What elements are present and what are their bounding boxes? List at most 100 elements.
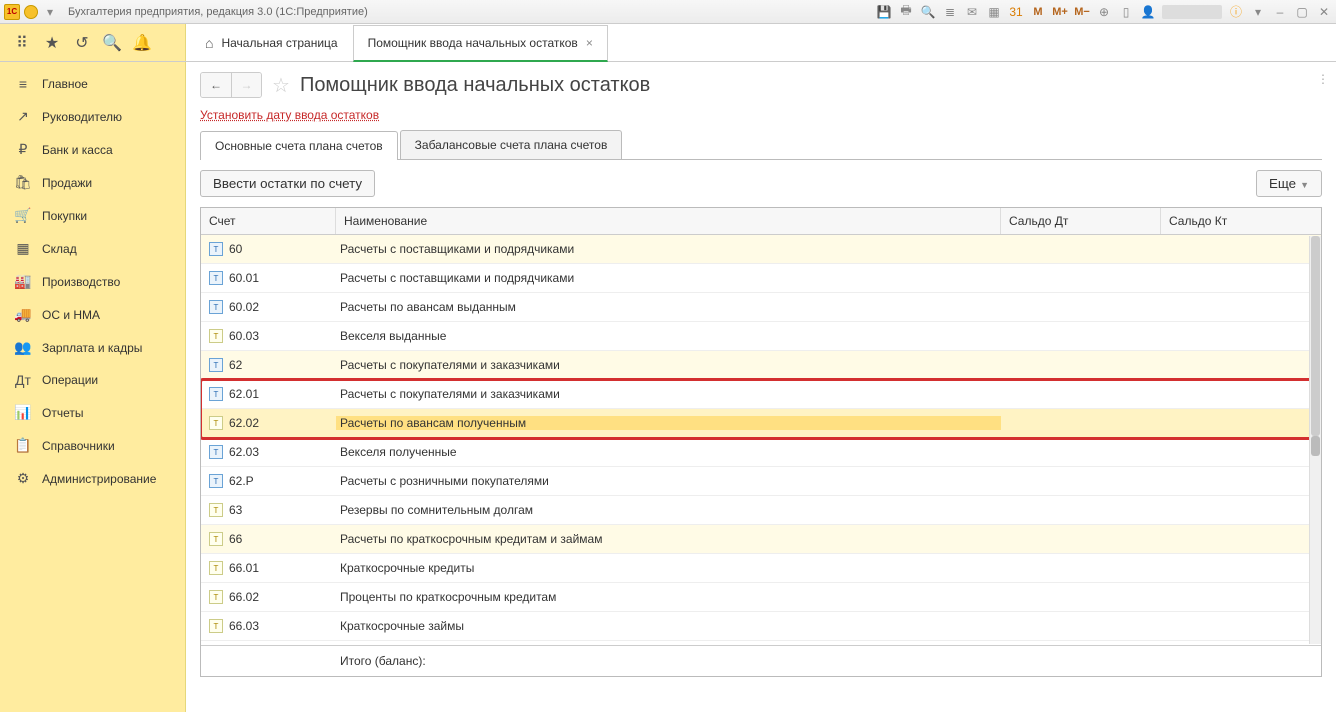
account-code: 60.03 [229, 329, 259, 343]
theme-icon[interactable] [24, 5, 38, 19]
app-logo-icon: 1C [4, 4, 20, 20]
tab-assistant[interactable]: Помощник ввода начальных остатков × [353, 25, 608, 62]
grid-footer: Итого (баланс): [201, 645, 1321, 676]
sidebar-item-label: Банк и касса [42, 143, 113, 157]
table-row[interactable]: T62.01Расчеты с покупателями и заказчика… [201, 380, 1321, 409]
accounts-grid: Счет Наименование Сальдо Дт Сальдо Кт T6… [200, 207, 1322, 677]
back-button[interactable]: ← [201, 73, 231, 97]
sidebar-icon: 🛒 [14, 207, 32, 224]
set-date-link[interactable]: Установить дату ввода остатков [200, 108, 379, 122]
table-row[interactable]: T66Расчеты по краткосрочным кредитам и з… [201, 525, 1321, 554]
sidebar-icon: 📊 [14, 404, 32, 421]
grid-body[interactable]: T60Расчеты с поставщиками и подрядчиками… [201, 235, 1321, 645]
send-icon[interactable]: ✉ [964, 4, 980, 20]
col-name[interactable]: Наименование [336, 208, 1001, 234]
user-name[interactable] [1162, 5, 1222, 19]
table-row[interactable]: T62.03Векселя полученные [201, 438, 1321, 467]
sidebar-item-label: Операции [42, 373, 98, 387]
sidebar-item-5[interactable]: ▦Склад [0, 232, 185, 265]
favorite-star-icon[interactable]: ☆ [272, 73, 290, 98]
account-icon: T [209, 561, 223, 575]
tab-offbalance-accounts[interactable]: Забалансовые счета плана счетов [400, 130, 623, 159]
table-row[interactable]: T62.РРасчеты с розничными покупателями [201, 467, 1321, 496]
table-row[interactable]: T60Расчеты с поставщиками и подрядчиками [201, 235, 1321, 264]
favorite-icon[interactable]: ★ [42, 33, 62, 53]
user-icon[interactable]: 👤 [1140, 4, 1156, 20]
table-row[interactable]: T62.02Расчеты по авансам полученным [201, 409, 1321, 438]
inner-tabs: Основные счета плана счетов Забалансовые… [200, 130, 1322, 160]
nav-buttons: ← → [200, 72, 262, 98]
sidebar: ≡Главное↗Руководителю ₽ Банк и касса 🛍Прода… [0, 62, 186, 712]
account-icon: T [209, 532, 223, 546]
search-icon[interactable]: 🔍 [102, 33, 122, 53]
sidebar-item-8[interactable]: 👥Зарплата и кадры [0, 331, 185, 364]
vertical-scrollbar[interactable] [1309, 236, 1321, 644]
preview-icon[interactable]: 🔍 [920, 4, 936, 20]
forward-button[interactable]: → [231, 73, 261, 97]
dropdown2-icon[interactable]: ▾ [1250, 4, 1266, 20]
account-name: Расчеты с покупателями и заказчиками [336, 358, 1001, 372]
account-name: Расчеты с поставщиками и подрядчиками [336, 271, 1001, 285]
enter-balance-button[interactable]: Ввести остатки по счету [200, 170, 375, 197]
calendar-icon[interactable]: 31 [1008, 4, 1024, 20]
sidebar-item-11[interactable]: 📋Справочники [0, 429, 185, 462]
dropdown-icon[interactable]: ▾ [42, 4, 58, 20]
table-row[interactable]: T66.01Краткосрочные кредиты [201, 554, 1321, 583]
table-row[interactable]: T60.02Расчеты по авансам выданным [201, 293, 1321, 322]
sidebar-item-10[interactable]: 📊Отчеты [0, 396, 185, 429]
m-minus-icon[interactable]: M− [1074, 4, 1090, 20]
close-window-icon[interactable]: ✕ [1316, 4, 1332, 20]
sidebar-item-1[interactable]: ↗Руководителю [0, 100, 185, 133]
more-button[interactable]: Еще▼ [1256, 170, 1322, 197]
account-icon: T [209, 474, 223, 488]
table-row[interactable]: T66.02Проценты по краткосрочным кредитам [201, 583, 1321, 612]
tab-home-label: Начальная страница [221, 36, 337, 50]
sidebar-item-12[interactable]: ⚙Администрирование [0, 462, 185, 495]
account-icon: T [209, 416, 223, 430]
tab-home[interactable]: ⌂ Начальная страница [190, 24, 353, 61]
account-code: 62.02 [229, 416, 259, 430]
print-icon[interactable]: 🖶 [898, 4, 914, 20]
sidebar-item-4[interactable]: 🛒 Покупки [0, 199, 185, 232]
sidebar-item-2[interactable]: ₽ Банк и касса [0, 133, 185, 166]
zoom-icon[interactable]: ⊕ [1096, 4, 1112, 20]
restore-icon[interactable]: ▢ [1294, 4, 1310, 20]
sidebar-item-6[interactable]: 🏭Производство [0, 265, 185, 298]
history-icon[interactable]: ↺ [72, 33, 92, 53]
apps-icon[interactable]: ⠿ [12, 33, 32, 53]
account-code: 62.Р [229, 474, 254, 488]
table-row[interactable]: T62Расчеты с покупателями и заказчиками [201, 351, 1321, 380]
table-row[interactable]: T66.03Краткосрочные займы [201, 612, 1321, 641]
m-icon[interactable]: M [1030, 4, 1046, 20]
compare-icon[interactable]: ≣ [942, 4, 958, 20]
m-plus-icon[interactable]: M+ [1052, 4, 1068, 20]
minimize-icon[interactable]: – [1272, 4, 1288, 20]
sidebar-item-label: Продажи [42, 176, 92, 190]
account-name: Векселя выданные [336, 329, 1001, 343]
sidebar-item-0[interactable]: ≡Главное [0, 68, 185, 100]
title-bar: 1C ▾ Бухгалтерия предприятия, редакция 3… [0, 0, 1336, 24]
sidebar-icon: ≡ [14, 76, 32, 92]
info-icon[interactable]: ⓘ [1228, 4, 1244, 20]
col-credit[interactable]: Сальдо Кт [1161, 208, 1321, 234]
close-tab-icon[interactable]: × [586, 36, 593, 50]
table-row[interactable]: T60.01Расчеты с поставщиками и подрядчик… [201, 264, 1321, 293]
sidebar-item-label: Производство [42, 275, 120, 289]
tab-main-accounts[interactable]: Основные счета плана счетов [200, 131, 398, 160]
account-code: 62.01 [229, 387, 259, 401]
sidebar-item-label: Покупки [42, 209, 87, 223]
table-row[interactable]: T63Резервы по сомнительным долгам [201, 496, 1321, 525]
sidebar-item-7[interactable]: 🚚ОС и НМА [0, 298, 185, 331]
sidebar-item-3[interactable]: 🛍Продажи [0, 166, 185, 199]
save-icon[interactable]: 💾 [876, 4, 892, 20]
notifications-icon[interactable]: 🔔 [132, 33, 152, 53]
sidebar-item-9[interactable]: ДтОперации [0, 364, 185, 396]
help-icon[interactable]: ⋮ [1314, 72, 1332, 86]
panel-icon[interactable]: ▯ [1118, 4, 1134, 20]
calc-icon[interactable]: ▦ [986, 4, 1002, 20]
col-debit[interactable]: Сальдо Дт [1001, 208, 1161, 234]
col-account[interactable]: Счет [201, 208, 336, 234]
table-row[interactable]: T60.03Векселя выданные [201, 322, 1321, 351]
sidebar-icon: 🚚 [14, 306, 32, 323]
sidebar-icon: ₽ [14, 141, 32, 158]
